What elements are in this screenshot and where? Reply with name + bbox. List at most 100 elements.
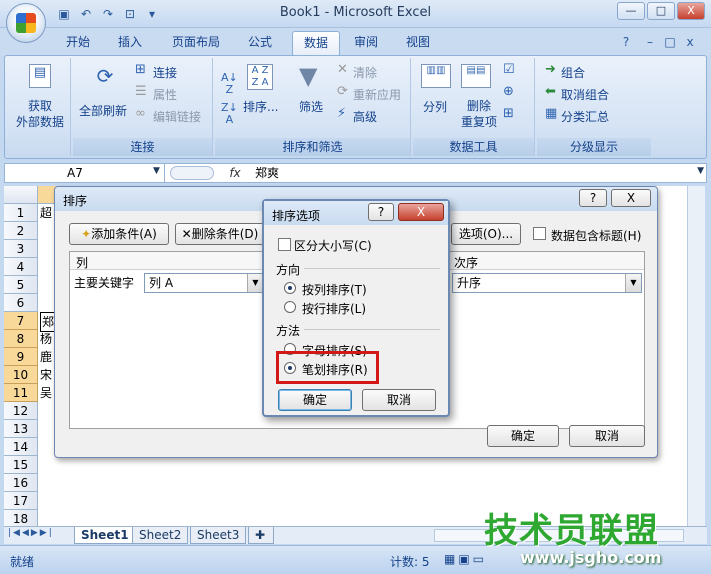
row-header[interactable]: 7 — [4, 312, 38, 330]
row-header[interactable]: 12 — [4, 402, 38, 420]
options-button[interactable]: 选项(O)... — [451, 223, 521, 245]
name-box-dropdown-icon[interactable]: ▼ — [153, 166, 160, 176]
row-header[interactable]: 17 — [4, 492, 38, 510]
row-header[interactable]: 15 — [4, 456, 38, 474]
insert-function-button[interactable]: fx — [220, 164, 250, 182]
refresh-all-icon: ⟳ — [96, 64, 114, 88]
row-header[interactable]: 9 — [4, 348, 38, 366]
row-header[interactable]: 14 — [4, 438, 38, 456]
options-close-button[interactable]: X — [398, 203, 444, 221]
group-connections: ⟳ 全部刷新 ⊞ 连接 ☰ 属性 ∞ 编辑链接 连接 — [73, 58, 213, 156]
refresh-all-button[interactable]: 全部刷新 — [79, 102, 127, 119]
tab-home[interactable]: 开始 — [58, 31, 98, 55]
formula-bar-splitter[interactable] — [170, 166, 214, 180]
row-header[interactable]: 4 — [4, 258, 38, 276]
ribbon-close-icon[interactable]: x — [682, 34, 698, 50]
group-data-tools: ▥▥ 分列 ▤▤ 删除 重复项 ☑ ⊕ ⊞ 数据工具 — [413, 58, 535, 156]
add-level-button[interactable]: ✦添加条件(A) — [69, 223, 169, 245]
maximize-button[interactable]: □ — [647, 2, 675, 20]
advanced-button[interactable]: 高级 — [353, 108, 377, 125]
row-header[interactable]: 13 — [4, 420, 38, 438]
external-data-icon: ▤ — [29, 64, 51, 88]
what-if-icon[interactable]: ⊞ — [503, 106, 514, 121]
group-button[interactable]: 组合 — [561, 64, 585, 81]
select-all-corner[interactable] — [4, 186, 38, 204]
office-button[interactable] — [6, 3, 46, 43]
tab-page-layout[interactable]: 页面布局 — [164, 31, 228, 55]
chevron-down-icon: ▼ — [625, 274, 641, 292]
connections-button[interactable]: 连接 — [153, 64, 177, 81]
clear-icon: ✕ — [337, 62, 348, 77]
options-help-button[interactable]: ? — [368, 203, 394, 221]
tab-formulas[interactable]: 公式 — [238, 31, 282, 55]
order-select[interactable]: 升序 ▼ — [452, 273, 642, 293]
remove-duplicates-button[interactable]: 删除 重复项 — [461, 98, 497, 130]
text-to-columns-button[interactable]: 分列 — [423, 98, 447, 115]
sort-help-button[interactable]: ? — [579, 189, 607, 207]
sort-desc-icon[interactable]: Z↓ A — [221, 102, 238, 126]
filter-button[interactable]: 筛选 — [299, 98, 323, 115]
sort-cancel-button[interactable]: 取消 — [569, 425, 645, 447]
cell-a10[interactable]: 宋 — [40, 366, 52, 384]
row-header[interactable]: 5 — [4, 276, 38, 294]
tab-view[interactable]: 视图 — [398, 31, 438, 55]
delete-level-icon: ✕ — [181, 227, 192, 241]
name-box[interactable]: A7 — [5, 164, 165, 182]
cell-a7[interactable]: 郑 — [40, 312, 55, 332]
tab-data[interactable]: 数据 — [292, 31, 340, 55]
primary-key-select[interactable]: 列 A ▼ — [144, 273, 264, 293]
sort-dialog-title: 排序 — [63, 194, 88, 208]
has-headers-checkbox[interactable] — [533, 227, 546, 240]
minimize-button[interactable]: — — [617, 2, 645, 20]
get-external-data-button[interactable]: 获取 外部数据 — [11, 98, 69, 130]
filter-icon: ▼ — [299, 62, 318, 90]
row-header[interactable]: 2 — [4, 222, 38, 240]
case-sensitive-checkbox[interactable] — [278, 238, 291, 251]
by-column-radio[interactable] — [284, 282, 296, 294]
cell-a11[interactable]: 吴 — [40, 384, 52, 402]
ribbon-restore-icon[interactable]: □ — [662, 34, 678, 50]
view-buttons-icon[interactable]: ▦▣▭ — [444, 552, 487, 566]
sheet-nav-icon[interactable]: |◀◀▶▶| — [8, 528, 54, 538]
row-header[interactable]: 11 — [4, 384, 38, 402]
vertical-scrollbar[interactable] — [687, 186, 705, 526]
primary-key-label: 主要关键字 — [74, 276, 135, 290]
row-header[interactable]: 16 — [4, 474, 38, 492]
window-title: Book1 - Microsoft Excel — [279, 5, 432, 20]
sort-close-button[interactable]: X — [611, 189, 651, 207]
cell-a1[interactable]: 超 — [40, 204, 52, 222]
data-validation-icon[interactable]: ☑ — [503, 62, 515, 77]
delete-level-button[interactable]: ✕删除条件(D) — [175, 223, 265, 245]
cell-a9[interactable]: 鹿 — [40, 348, 52, 366]
sort-asc-icon[interactable]: A↓ Z — [221, 72, 238, 96]
connections-icon: ⊞ — [135, 62, 146, 77]
reapply-icon: ⟳ — [337, 84, 348, 99]
highlight-annotation — [276, 351, 379, 384]
insert-sheet-icon[interactable]: ✚ — [248, 527, 274, 544]
row-header[interactable]: 10 — [4, 366, 38, 384]
sort-button[interactable]: 排序... — [243, 98, 278, 115]
row-header[interactable]: 8 — [4, 330, 38, 348]
consolidate-icon[interactable]: ⊕ — [503, 84, 514, 99]
watermark-url: www.jsgho.com — [520, 548, 662, 567]
tab-review[interactable]: 审阅 — [346, 31, 386, 55]
ribbon-minimize-icon[interactable]: – — [642, 34, 658, 50]
formula-input[interactable]: 郑爽 — [255, 164, 279, 182]
tab-insert[interactable]: 插入 — [110, 31, 150, 55]
by-row-radio[interactable] — [284, 301, 296, 313]
close-button[interactable]: X — [677, 2, 705, 20]
row-header[interactable]: 6 — [4, 294, 38, 312]
ungroup-button[interactable]: 取消组合 — [561, 86, 609, 103]
sheet-tab-sheet1[interactable]: Sheet1 — [74, 527, 136, 544]
row-header[interactable]: 3 — [4, 240, 38, 258]
expand-formula-bar-icon[interactable]: ▼ — [697, 166, 704, 176]
help-icon[interactable]: ? — [618, 34, 634, 50]
sheet-tab-sheet2[interactable]: Sheet2 — [132, 527, 189, 544]
options-ok-button[interactable]: 确定 — [278, 389, 352, 411]
cell-a8[interactable]: 杨 — [40, 330, 52, 348]
sort-ok-button[interactable]: 确定 — [487, 425, 559, 447]
subtotal-button[interactable]: 分类汇总 — [561, 108, 609, 125]
sheet-tab-sheet3[interactable]: Sheet3 — [190, 527, 247, 544]
options-cancel-button[interactable]: 取消 — [362, 389, 436, 411]
row-header[interactable]: 1 — [4, 204, 38, 222]
